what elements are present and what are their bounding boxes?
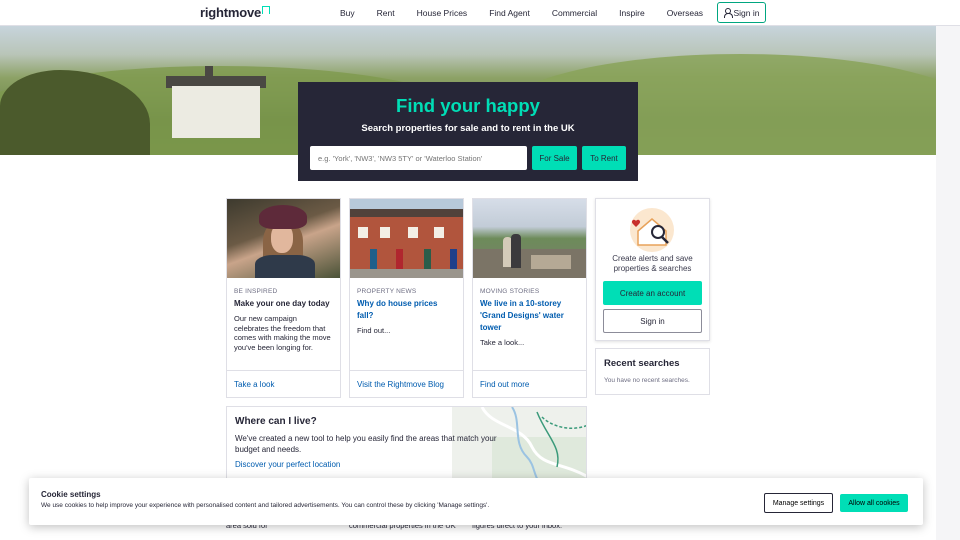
for-sale-button[interactable]: For Sale <box>532 146 577 170</box>
card-moving-stories[interactable]: MOVING STORIES We live in a 10-storey 'G… <box>472 198 587 398</box>
discover-location-link[interactable]: Discover your perfect location <box>235 460 586 469</box>
card-link[interactable]: Visit the Rightmove Blog <box>350 370 463 398</box>
nav-overseas[interactable]: Overseas <box>667 8 703 18</box>
logo-house-icon <box>262 6 271 14</box>
page-scrollbar[interactable] <box>936 26 960 540</box>
header-sign-in-label: Sign in <box>733 7 760 18</box>
cookie-banner: Cookie settings We use cookies to help i… <box>29 478 923 525</box>
where-can-i-live-panel: Where can I live? We've created a new to… <box>226 406 587 486</box>
card-title[interactable]: Why do house prices fall? <box>357 298 456 322</box>
header-sign-in-button[interactable]: Sign in <box>717 2 766 23</box>
location-search-input[interactable] <box>310 146 527 170</box>
recent-searches-title: Recent searches <box>604 358 680 369</box>
card-tag: PROPERTY NEWS <box>357 288 417 295</box>
create-account-button[interactable]: Create an account <box>603 281 702 305</box>
card-link[interactable]: Find out more <box>473 370 586 398</box>
side-sign-in-button[interactable]: Sign in <box>603 309 702 333</box>
hero-cottage <box>172 86 260 138</box>
account-promo-text: Create alerts and save properties & sear… <box>612 254 693 273</box>
card-be-inspired[interactable]: BE INSPIRED Make your one day today Our … <box>226 198 341 398</box>
rightmove-logo[interactable]: rightmove <box>200 5 271 20</box>
nav-find-agent[interactable]: Find Agent <box>489 8 530 18</box>
card-image <box>350 199 463 278</box>
nav-rent[interactable]: Rent <box>377 8 395 18</box>
to-rent-button[interactable]: To Rent <box>582 146 626 170</box>
card-title[interactable]: We live in a 10-storey 'Grand Designs' w… <box>480 298 579 334</box>
recent-searches-empty: You have no recent searches. <box>604 377 690 384</box>
card-image <box>473 199 586 278</box>
person-icon <box>723 8 733 18</box>
site-header: rightmove Buy Rent House Prices Find Age… <box>0 0 960 26</box>
card-tag: MOVING STORIES <box>480 288 540 295</box>
card-description: Find out... <box>357 326 391 335</box>
cookie-text: We use cookies to help improve your expe… <box>41 502 490 509</box>
search-panel: Find your happy Search properties for sa… <box>298 82 638 181</box>
nav-commercial[interactable]: Commercial <box>552 8 597 18</box>
card-description: Take a look... <box>480 338 525 347</box>
card-link[interactable]: Take a look <box>227 370 340 398</box>
hero-subtitle: Search properties for sale and to rent i… <box>361 123 575 134</box>
nav-inspire[interactable]: Inspire <box>619 8 645 18</box>
main-nav: Buy Rent House Prices Find Agent Commerc… <box>340 0 725 26</box>
card-tag: BE INSPIRED <box>234 288 278 295</box>
manage-settings-button[interactable]: Manage settings <box>764 493 833 513</box>
allow-all-cookies-button[interactable]: Allow all cookies <box>840 494 908 512</box>
card-property-news[interactable]: PROPERTY NEWS Why do house prices fall? … <box>349 198 464 398</box>
house-search-icon <box>630 208 674 252</box>
account-promo: Create alerts and save properties & sear… <box>595 198 710 341</box>
cookie-title: Cookie settings <box>41 490 101 499</box>
card-title: Make your one day today <box>234 299 330 308</box>
card-image <box>227 199 340 278</box>
hero-title: Find your happy <box>396 95 540 116</box>
recent-searches: Recent searches You have no recent searc… <box>595 348 710 395</box>
where-text: We've created a new tool to help you eas… <box>235 434 497 454</box>
nav-house-prices[interactable]: House Prices <box>417 8 468 18</box>
nav-buy[interactable]: Buy <box>340 8 355 18</box>
card-description: Our new campaign celebrates the freedom … <box>234 314 331 352</box>
where-title: Where can I live? <box>235 416 317 427</box>
